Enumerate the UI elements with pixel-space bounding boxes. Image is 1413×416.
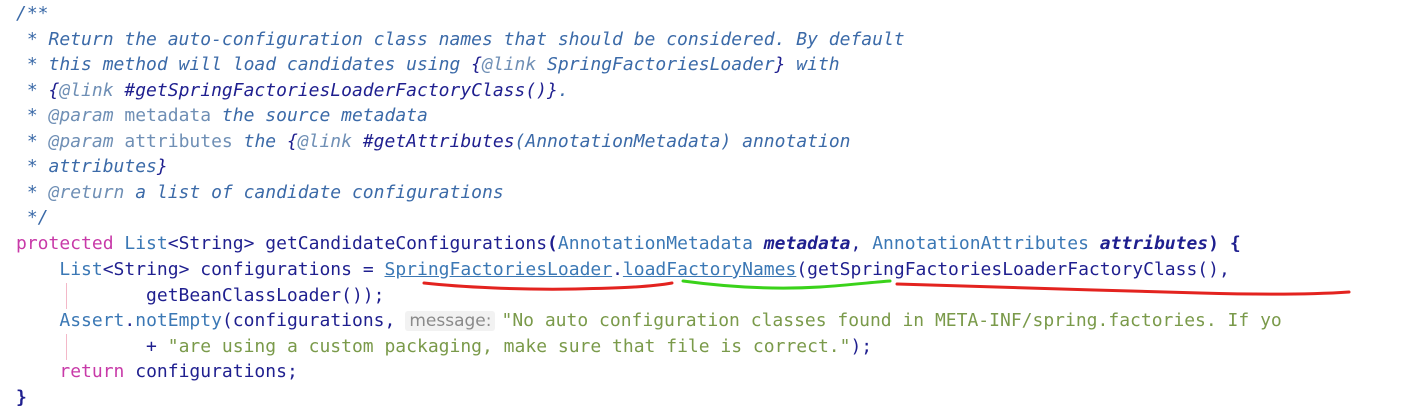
javadoc-brace: { — [48, 80, 60, 101]
javadoc-line-3: * {@link #getSpringFactoriesLoaderFactor… — [16, 78, 569, 104]
red-underline-class — [422, 281, 674, 291]
javadoc-param-tag: @param — [48, 131, 114, 152]
javadoc-link-factory-class[interactable]: #getSpringFactoriesLoaderFactoryClass() — [114, 80, 547, 101]
call-close: ()); — [341, 285, 385, 306]
operator-assign: = — [351, 259, 385, 280]
javadoc-line-1: * Return the auto-configuration class na… — [16, 27, 905, 53]
brace-open: { — [1219, 233, 1241, 254]
javadoc-line-4-prefix: * — [16, 105, 49, 126]
call-close: ); — [850, 336, 873, 357]
javadoc-brace: } — [156, 156, 168, 177]
javadoc-link-tag: @link — [297, 131, 352, 152]
javadoc-line-2-suffix: with — [785, 54, 840, 75]
javadoc-close-text: */ — [16, 207, 49, 228]
javadoc-return-desc: a list of candidate configurations — [124, 182, 504, 203]
operator-plus: + — [146, 336, 168, 357]
javadoc-link-spring-factories-loader[interactable]: SpringFactoriesLoader — [536, 54, 775, 75]
brace-close: } — [16, 387, 27, 408]
javadoc-open-text: /** — [16, 3, 49, 24]
method-signature: protected List<String> getCandidateConfi… — [16, 231, 1241, 257]
javadoc-return-tag: @return — [48, 182, 125, 203]
paren-open: ( — [221, 310, 233, 331]
javadoc-line-3-suffix: . — [557, 80, 569, 101]
javadoc-brace: { — [286, 131, 298, 152]
code-line-class-loader: getBeanClassLoader()); — [16, 283, 384, 309]
param-name-metadata: metadata — [752, 233, 851, 254]
javadoc-brace: } — [547, 80, 558, 101]
paren-open: ( — [547, 233, 558, 254]
javadoc-line-3-prefix: * — [16, 80, 49, 101]
variable-configurations: configurations — [232, 310, 385, 331]
comma: , — [850, 233, 862, 254]
javadoc-link-tag: @link — [482, 54, 537, 75]
javadoc-link-args: (AnnotationMetadata) — [514, 131, 732, 152]
param-type-annotation-metadata[interactable]: AnnotationMetadata — [558, 233, 753, 254]
variable-configurations: configurations — [189, 259, 352, 280]
indent-guide — [66, 283, 67, 309]
parens: () — [1197, 259, 1219, 280]
comma: , — [384, 310, 396, 331]
javadoc-line-6: * attributes} — [16, 154, 168, 180]
javadoc-line-5: * @param attributes the {@link #getAttri… — [16, 129, 851, 155]
javadoc-link-get-attributes[interactable]: #getAttributes — [352, 131, 515, 152]
type-list[interactable]: List — [114, 233, 167, 254]
code-editor[interactable]: /** * Return the auto-configuration clas… — [0, 0, 1413, 416]
javadoc-line-2: * this method will load candidates using… — [16, 52, 840, 78]
string-literal: "No auto configuration classes found in … — [501, 310, 1282, 331]
code-line-configurations: List<String> configurations = SpringFact… — [16, 257, 1230, 283]
javadoc-brace: } — [774, 54, 786, 75]
paren-open: ( — [796, 259, 808, 280]
string-literal: "are using a custom packaging, make sure… — [167, 336, 851, 357]
javadoc-param-desc: the — [232, 131, 287, 152]
javadoc-param-tag: @param — [48, 105, 114, 126]
javadoc-brace: { — [471, 54, 482, 75]
code-line-return: return configurations; — [16, 359, 298, 385]
variable-configurations: configurations — [124, 361, 287, 382]
javadoc-line-5-prefix: * — [16, 131, 49, 152]
param-type-annotation-attributes[interactable]: AnnotationAttributes — [861, 233, 1089, 254]
method-get-bean-class-loader[interactable]: getBeanClassLoader — [146, 285, 341, 306]
javadoc-close: */ — [16, 205, 49, 231]
method-name[interactable]: getCandidateConfigurations — [254, 233, 547, 254]
dot: . — [124, 310, 136, 331]
javadoc-open: /** — [16, 1, 49, 27]
param-name-attributes: attributes — [1088, 233, 1209, 254]
javadoc-param-name: metadata — [113, 105, 212, 126]
method-load-factory-names[interactable]: loadFactoryNames — [623, 259, 796, 280]
javadoc-line-7-prefix: * — [16, 182, 49, 203]
javadoc-line-6-text: * attributes — [16, 156, 157, 177]
keyword-return: return — [59, 361, 125, 382]
type-generic: <String> — [167, 233, 255, 254]
method-not-empty[interactable]: notEmpty — [135, 310, 222, 331]
javadoc-line-2-text: * this method will load candidates using — [16, 54, 472, 75]
javadoc-line-4: * @param metadata the source metadata — [16, 103, 428, 129]
code-line-string-concat: + "are using a custom packaging, make su… — [16, 334, 872, 360]
red-underline-argument — [895, 282, 1351, 296]
class-assert[interactable]: Assert — [59, 310, 124, 331]
code-line-close: } — [16, 385, 27, 411]
javadoc-line-7: * @return a list of candidate configurat… — [16, 180, 504, 206]
keyword-protected: protected — [16, 233, 114, 254]
class-spring-factories-loader[interactable]: SpringFactoriesLoader — [385, 259, 613, 280]
indent-guide — [66, 334, 67, 360]
paren-close: ) — [1208, 233, 1219, 254]
type-list[interactable]: List — [59, 259, 102, 280]
javadoc-link-tag: @link — [59, 80, 114, 101]
type-generic: <String> — [102, 259, 190, 280]
semicolon: ; — [286, 361, 298, 382]
code-line-assert: Assert.notEmpty(configurations, message: "… — [16, 308, 1282, 334]
javadoc-line-1-text: * Return the auto-configuration class na… — [16, 29, 905, 50]
method-get-spring-factories-loader-factory-class[interactable]: getSpringFactoriesLoaderFactoryClass — [807, 259, 1197, 280]
parameter-name-hint: message: — [405, 311, 496, 331]
javadoc-param-desc-2: annotation — [731, 131, 851, 152]
comma: , — [1218, 259, 1230, 280]
javadoc-param-name: attributes — [113, 131, 233, 152]
javadoc-param-desc: the source metadata — [211, 105, 428, 126]
dot: . — [612, 259, 623, 280]
